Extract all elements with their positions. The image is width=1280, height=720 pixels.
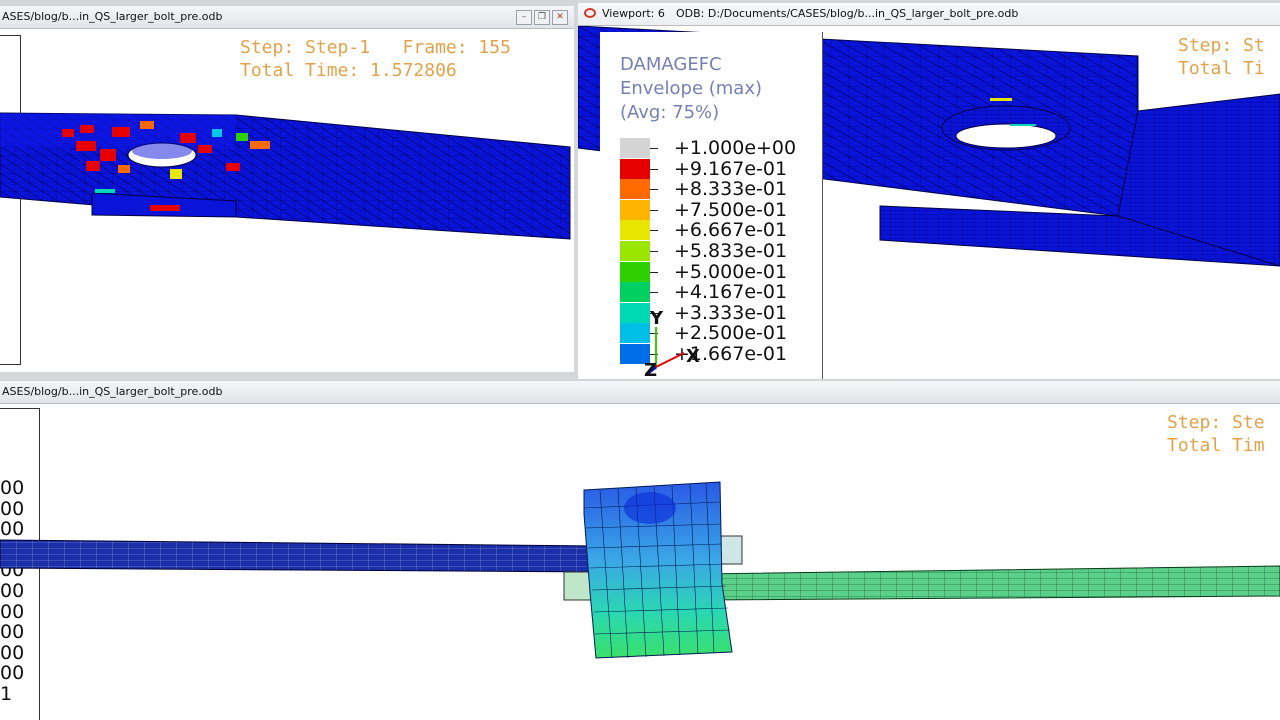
legend-value: +5.000e-01 [674, 260, 788, 283]
viewport-title-bar[interactable]: ASES/blog/b...in_QS_larger_bolt_pre.odb … [0, 6, 574, 29]
legend-tick [650, 292, 658, 294]
viewport-canvas[interactable]: 000000000000000000001 Step: Ste Total Ti… [0, 404, 1280, 720]
viewport-bottom[interactable]: ASES/blog/b...in_QS_larger_bolt_pre.odb … [0, 381, 1280, 720]
minimize-icon[interactable]: – [516, 10, 532, 25]
triad-x-label: X [686, 346, 700, 367]
legend-swatch [620, 158, 650, 179]
odb-path-label: ODB: D:/Documents/CASES/blog/b...in_QS_l… [676, 7, 1019, 20]
legend-subtitle: Envelope (max) [620, 78, 763, 99]
legend-avg: (Avg: 75%) [620, 102, 720, 123]
damaged-plate-model[interactable] [0, 29, 574, 369]
viewport-canvas[interactable]: Step: St Total Ti DAMAGEFC Envelope (max… [578, 26, 1280, 379]
legend-value: +7.500e-01 [674, 198, 788, 221]
viewport-title-bar[interactable]: ASES/blog/b...in_QS_larger_bolt_pre.odb [0, 381, 1280, 404]
close-icon[interactable]: ✕ [552, 10, 568, 25]
total-time-label: Total Ti [1178, 58, 1265, 79]
legend-swatch [620, 179, 650, 200]
viewport-top-left[interactable]: ASES/blog/b...in_QS_larger_bolt_pre.odb … [0, 6, 574, 372]
viewport-top-right[interactable]: Viewport: 6 ODB: D:/Documents/CASES/blog… [578, 3, 1280, 379]
legend-title: DAMAGEFC [620, 54, 722, 75]
legend-tick [650, 230, 658, 232]
viewport-title: ASES/blog/b...in_QS_larger_bolt_pre.odb [2, 385, 223, 398]
viewport-title: ASES/blog/b...in_QS_larger_bolt_pre.odb [2, 10, 223, 23]
legend-swatch [620, 138, 650, 158]
legend-value: +1.000e+00 [674, 137, 797, 159]
legend-tick [650, 271, 658, 273]
legend-swatch [620, 282, 650, 303]
legend-value: +4.167e-01 [674, 281, 788, 304]
legend-tick [650, 251, 658, 252]
viewport-icon [584, 8, 596, 18]
viewport-label: Viewport: 6 [602, 7, 665, 20]
legend-tick [650, 209, 658, 211]
step-label: Step: St [1178, 35, 1265, 56]
triad-z-label: Z [644, 360, 658, 379]
legend-swatch [620, 199, 650, 220]
viewport-title-bar[interactable]: Viewport: 6 ODB: D:/Documents/CASES/blog… [578, 3, 1280, 26]
viewport-canvas[interactable]: Step: Step-1 Frame: 155 Total Time: 1.57… [0, 29, 574, 372]
legend-tick [650, 148, 658, 149]
legend-value: +9.167e-01 [674, 157, 788, 180]
legend-value: +6.667e-01 [674, 219, 788, 242]
legend-value: +5.833e-01 [674, 240, 788, 262]
triad-y-label: Y [650, 308, 664, 329]
legend-value: +8.333e-01 [674, 178, 788, 201]
legend-tick [650, 168, 658, 170]
legend-swatch [620, 220, 650, 241]
bolt-joint-side-view[interactable] [0, 404, 1280, 720]
restore-icon[interactable]: ❐ [534, 10, 550, 25]
legend-swatch [620, 261, 650, 282]
legend-swatch [620, 241, 650, 261]
legend-tick [650, 189, 658, 191]
